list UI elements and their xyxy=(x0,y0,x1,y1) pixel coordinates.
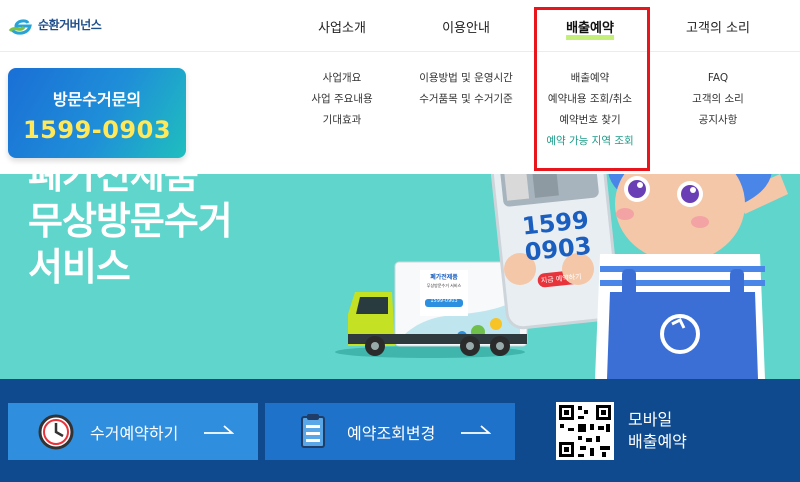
hero-phone-screen: 1599 0903 지금 예약하기 xyxy=(514,206,602,290)
reservation-lookup-button[interactable]: 예약조회변경 xyxy=(265,403,515,460)
menu-item-collection-criteria[interactable]: 수거품목 및 수거기준 xyxy=(419,89,513,110)
hero-banner: 폐가전제품 무상방문수거 서비스 1599 0903 지금 예약하기 폐가전제품… xyxy=(0,174,800,379)
nav-about[interactable]: 사업소개 xyxy=(318,17,366,36)
nav-customer-voice[interactable]: 고객의 소리 xyxy=(686,17,750,36)
site-header: 순환거버넌스 사업소개 이용안내 배출예약 고객의 소리 xyxy=(0,0,800,52)
hero-illustration xyxy=(335,174,788,379)
pickup-reservation-button[interactable]: 수거예약하기 xyxy=(8,403,258,460)
checklist-icon xyxy=(301,413,325,448)
mobile-label-line-2: 배출예약 xyxy=(628,432,687,451)
nav-guide[interactable]: 이용안내 xyxy=(442,17,490,36)
reservation-lookup-label: 예약조회변경 xyxy=(347,423,436,443)
mega-col-reservation: 배출예약 예약내용 조회/취소 예약번호 찾기 예약 가능 지역 조회 xyxy=(546,68,633,152)
menu-item-expected-effect[interactable]: 기대효과 xyxy=(311,110,372,131)
menu-item-available-area[interactable]: 예약 가능 지역 조회 xyxy=(546,131,633,152)
pickup-reservation-label: 수거예약하기 xyxy=(90,423,179,443)
truck-ad-text: 폐가전제품 무상방문수거 서비스 1599-0903 xyxy=(422,272,466,304)
mega-col-customer: FAQ 고객의 소리 공지사항 xyxy=(692,68,744,131)
menu-item-notice[interactable]: 공지사항 xyxy=(692,110,744,131)
arrow-right-icon xyxy=(461,425,491,434)
truck-ad-title: 폐가전제품 xyxy=(430,274,458,281)
menu-item-usage-hours[interactable]: 이용방법 및 운영시간 xyxy=(419,68,513,89)
menu-item-make-reservation[interactable]: 배출예약 xyxy=(546,68,633,89)
menu-item-customer-voice[interactable]: 고객의 소리 xyxy=(692,89,744,110)
hero-phone-number-bottom: 0903 xyxy=(523,231,593,267)
mega-col-guide: 이용방법 및 운영시간 수거품목 및 수거기준 xyxy=(419,68,513,110)
main-nav: 사업소개 이용안내 배출예약 고객의 소리 xyxy=(0,0,800,52)
menu-item-overview[interactable]: 사업개요 xyxy=(311,68,372,89)
mega-col-about: 사업개요 사업 주요내용 기대효과 xyxy=(311,68,372,131)
truck-ad-number: 1599-0903 xyxy=(430,298,458,304)
arrow-right-icon xyxy=(204,425,234,434)
call-card-label: 방문수거문의 xyxy=(52,90,142,109)
quick-menu-band: 수거예약하기 예약조회변경 모바일 배출예약 xyxy=(0,379,800,482)
truck-ad-subtitle: 무상방문수거 서비스 xyxy=(426,283,462,288)
clock-icon xyxy=(38,414,74,449)
nav-reservation[interactable]: 배출예약 xyxy=(566,17,614,40)
menu-item-faq[interactable]: FAQ xyxy=(692,68,744,89)
qr-code-icon[interactable] xyxy=(556,402,614,460)
mobile-label-line-1: 모바일 xyxy=(628,410,673,429)
menu-item-find-reservation-number[interactable]: 예약번호 찾기 xyxy=(546,110,633,131)
menu-item-main-content[interactable]: 사업 주요내용 xyxy=(311,89,372,110)
menu-item-reservation-lookup[interactable]: 예약내용 조회/취소 xyxy=(546,89,633,110)
call-inquiry-card[interactable]: 방문수거문의 1599-0903 xyxy=(8,68,186,158)
mobile-reservation-label: 모바일 배출예약 xyxy=(628,409,687,453)
call-card-number: 1599-0903 xyxy=(22,116,172,144)
